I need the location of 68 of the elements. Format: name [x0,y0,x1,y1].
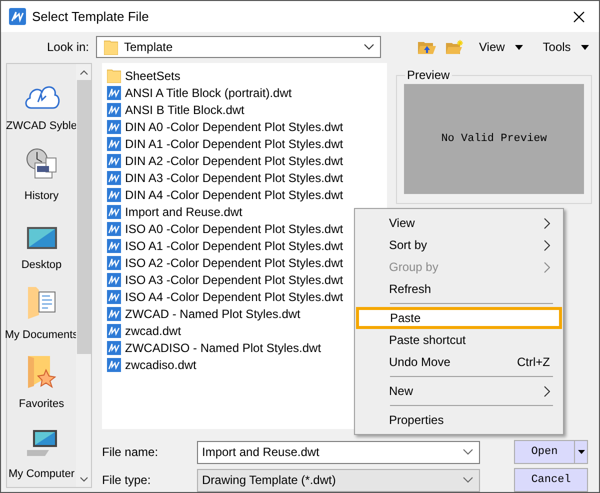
chevron-down-icon [463,477,473,483]
template-file-icon [107,204,121,218]
file-item[interactable]: DIN A1 -Color Dependent Plot Styles.dwt [107,135,387,152]
folder-icon [104,39,118,55]
template-file-icon [107,238,121,252]
template-file-icon [107,324,121,338]
file-name-label: File name: [102,444,160,461]
place-item[interactable]: Desktop [7,209,76,278]
menu-item[interactable]: Paste [356,307,562,329]
view-menu-button[interactable]: View [479,38,523,56]
close-icon [573,10,585,22]
file-type-dropdown[interactable]: Drawing Template (*.dwt) [197,468,480,492]
open-split-button[interactable]: Open [514,440,588,464]
template-file-icon [107,188,121,202]
file-item[interactable]: ANSI A Title Block (portrait).dwt [107,84,387,101]
tools-menu-button[interactable]: Tools [542,38,589,56]
folder-icon [107,68,121,82]
template-file-icon [107,272,121,286]
folder-up-icon [418,40,436,54]
preview-message: No Valid Preview [441,132,547,147]
file-name-field[interactable]: Import and Reuse.dwt [197,440,480,464]
place-item[interactable]: Favorites [7,348,76,418]
menu-item[interactable]: Properties [355,409,563,431]
file-item[interactable]: DIN A4 -Color Dependent Plot Styles.dwt [107,186,387,203]
folder-item[interactable]: SheetSets [107,67,387,84]
preview-label: Preview [406,67,451,84]
chevron-down-icon [463,449,473,455]
template-file-icon [107,358,121,372]
scroll-down-icon [80,477,88,482]
template-file-icon [107,86,121,100]
scroll-up-icon [80,70,88,75]
cancel-button[interactable]: Cancel [514,468,588,492]
dropdown-arrow-icon [578,450,584,454]
file-item[interactable]: DIN A0 -Color Dependent Plot Styles.dwt [107,118,387,135]
history-icon [26,148,58,180]
template-file-icon [107,340,121,354]
look-in-dropdown[interactable]: Template [96,36,381,58]
computer-icon [26,430,56,458]
template-file-icon [107,306,121,320]
template-file-icon [107,222,121,236]
place-item[interactable]: ZWCAD Syble [7,70,76,140]
star-folder-icon [28,356,56,388]
look-in-value: Template [124,39,173,56]
file-item[interactable]: DIN A3 -Color Dependent Plot Styles.dwt [107,169,387,186]
template-file-icon [107,120,121,134]
monitor-icon [26,227,56,249]
file-item[interactable]: DIN A2 -Color Dependent Plot Styles.dwt [107,152,387,169]
app-logo-icon [9,8,26,25]
dropdown-arrow-icon [514,44,523,50]
documents-folder-icon [28,286,56,318]
place-item[interactable]: My Computer [7,418,76,487]
place-item[interactable]: My Documents [7,278,76,348]
file-item[interactable]: ANSI B Title Block.dwt [107,101,387,118]
menu-item[interactable]: New [355,380,563,402]
place-item[interactable]: History [7,140,76,209]
new-folder-icon [446,40,464,54]
template-file-icon [107,170,121,184]
close-button[interactable] [571,8,587,24]
chevron-down-icon [364,44,374,50]
template-file-icon [107,136,121,150]
template-file-icon [107,256,121,270]
dropdown-arrow-icon [580,44,589,50]
template-file-icon [107,154,121,168]
template-file-icon [107,290,121,304]
look-in-label: Look in: [46,39,90,56]
template-file-icon [107,102,121,116]
window-title: Select Template File [32,8,149,26]
file-type-label: File type: [102,472,152,489]
